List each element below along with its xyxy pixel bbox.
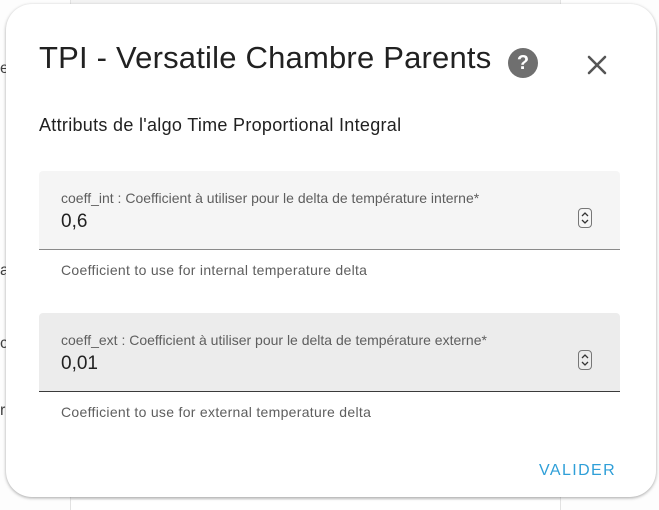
coeff-ext-field[interactable]: coeff_ext : Coefficient à utiliser pour … [39,313,620,392]
stepper-down-icon [581,219,589,224]
coeff-ext-label: coeff_ext : Coefficient à utiliser pour … [61,332,487,348]
coeff-ext-helper-text: Coefficient to use for external temperat… [61,404,372,420]
dialog-title: TPI - Versatile Chambre Parents [39,40,492,75]
close-icon[interactable] [582,50,612,80]
stepper-up-icon [581,212,589,217]
help-icon[interactable]: ? [508,48,538,78]
coeff-ext-stepper[interactable] [578,350,592,370]
coeff-ext-input[interactable]: 0,01 [61,353,98,375]
submit-button[interactable]: VALIDER [531,458,624,484]
background-text-fragment: r [0,402,6,419]
dialog-subtitle: Attributs de l'algo Time Proportional In… [39,115,402,135]
stepper-down-icon [581,361,589,366]
coeff-int-label: coeff_int : Coefficient à utiliser pour … [61,190,480,206]
coeff-int-helper-text: Coefficient to use for internal temperat… [61,262,368,278]
coeff-int-field[interactable]: coeff_int : Coefficient à utiliser pour … [39,171,620,250]
coeff-int-input[interactable]: 0,6 [61,211,87,233]
stepper-up-icon [581,354,589,359]
coeff-int-stepper[interactable] [578,208,592,228]
tpi-settings-dialog: TPI - Versatile Chambre Parents ? Attrib… [6,4,656,497]
